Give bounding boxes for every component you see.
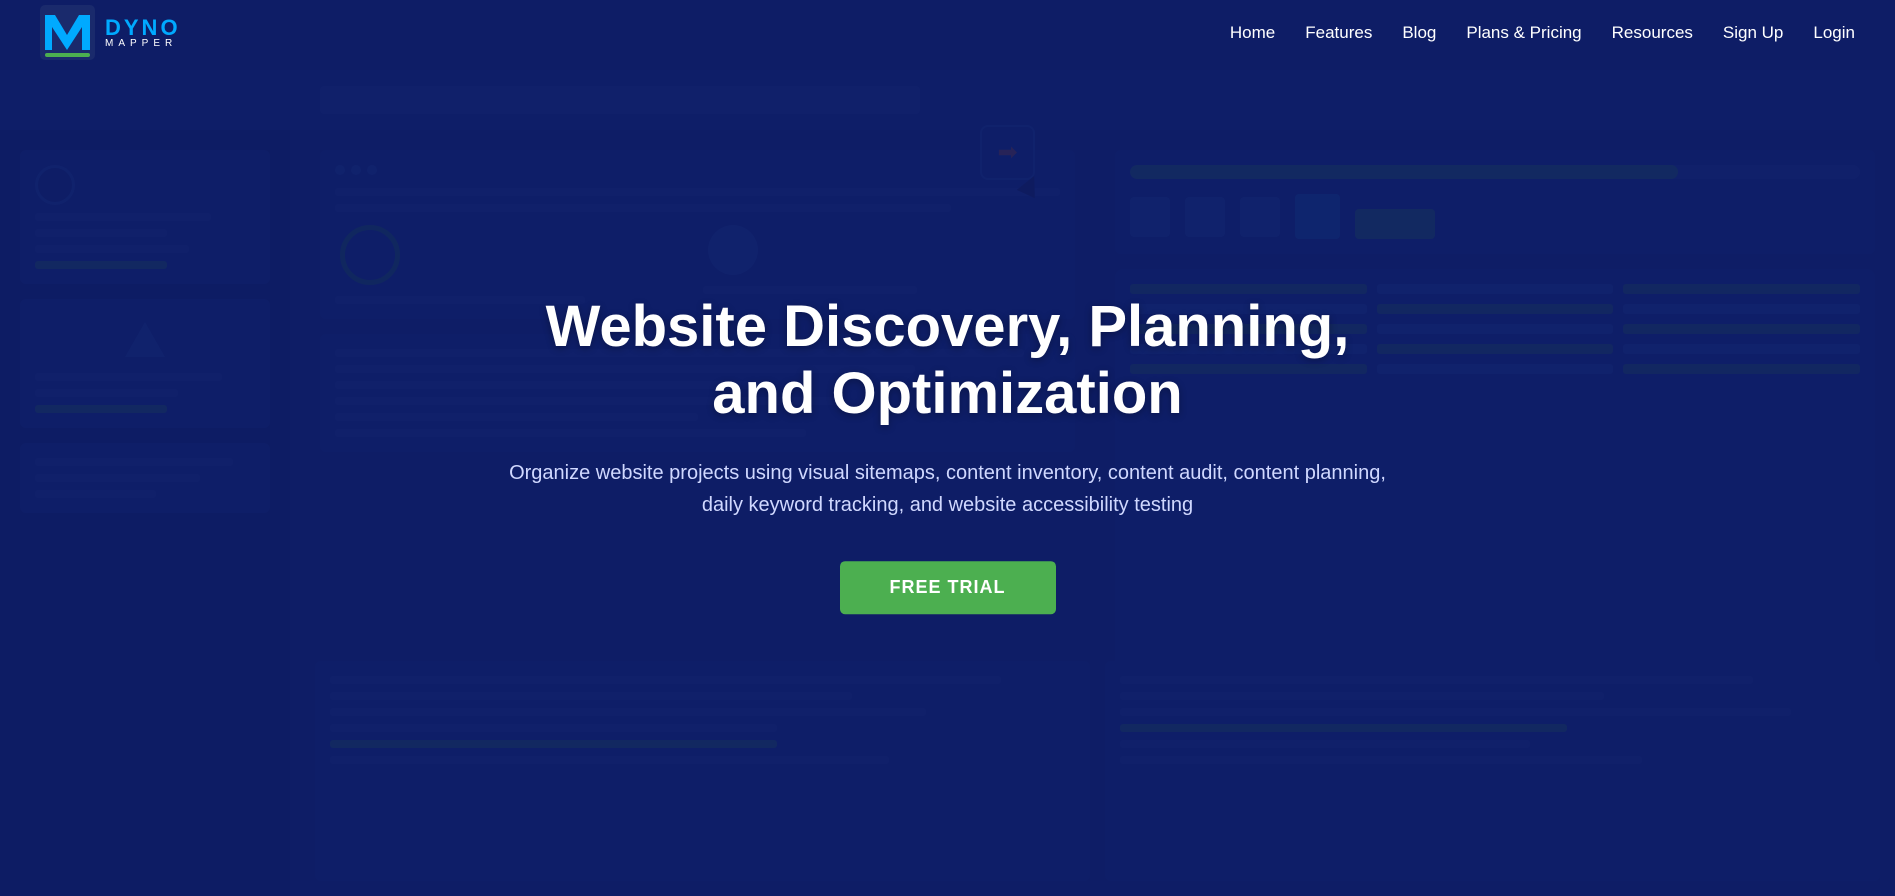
- hero-title: Website Discovery, Planning, and Optimiz…: [498, 294, 1398, 427]
- nav-blog[interactable]: Blog: [1402, 23, 1436, 43]
- nav-login[interactable]: Login: [1813, 23, 1855, 43]
- nav-links: Home Features Blog Plans & Pricing Resou…: [1230, 23, 1855, 43]
- nav-plans-pricing[interactable]: Plans & Pricing: [1466, 23, 1581, 43]
- navbar: DYNO MAPPER Home Features Blog Plans & P…: [0, 0, 1895, 65]
- nav-sign-up[interactable]: Sign Up: [1723, 23, 1783, 43]
- hero-content: Website Discovery, Planning, and Optimiz…: [498, 294, 1398, 614]
- nav-home[interactable]: Home: [1230, 23, 1275, 43]
- hero-subtitle: Organize website projects using visual s…: [498, 458, 1398, 522]
- logo-area: DYNO MAPPER: [40, 5, 181, 60]
- brand-name: DYNO: [105, 17, 181, 39]
- free-trial-button[interactable]: FREE TRIAL: [840, 562, 1056, 615]
- logo-icon: [40, 5, 95, 60]
- nav-resources[interactable]: Resources: [1612, 23, 1693, 43]
- brand-sub: MAPPER: [105, 39, 181, 49]
- nav-features[interactable]: Features: [1305, 23, 1372, 43]
